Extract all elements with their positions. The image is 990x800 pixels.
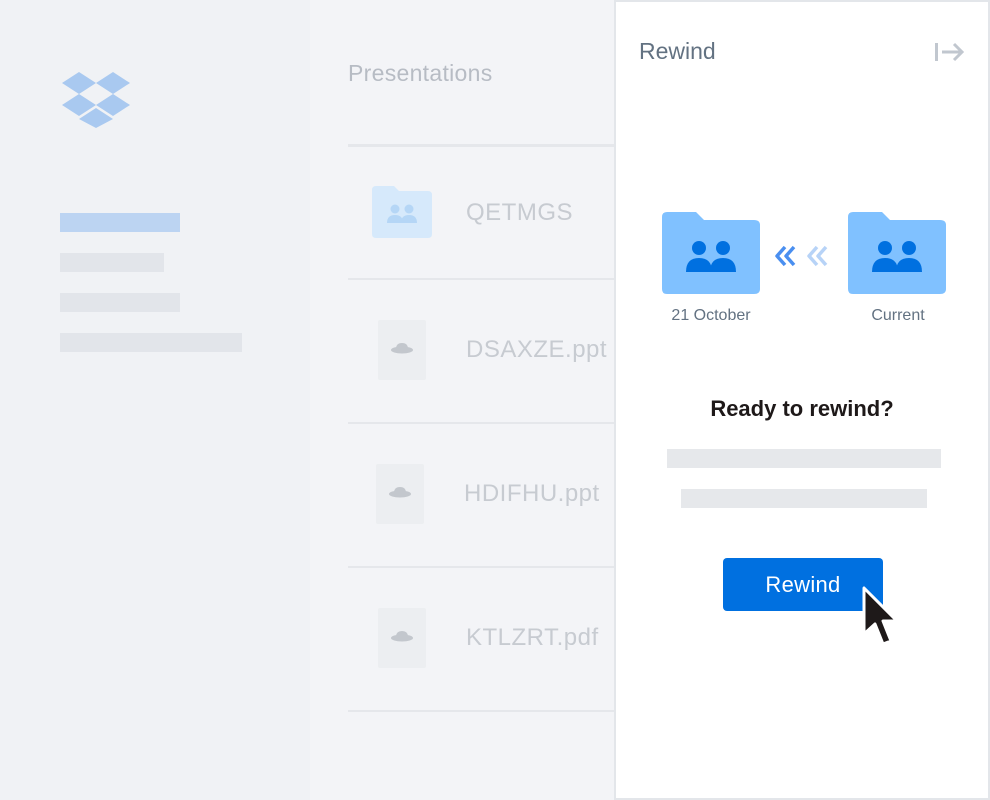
confirm-heading: Ready to rewind?: [710, 396, 894, 421]
sidebar-nav-item-active[interactable]: [60, 213, 180, 232]
file-name: QETMGS: [466, 199, 574, 226]
rewind-from-label: 21 October: [671, 307, 751, 324]
shared-folder-icon: [662, 212, 760, 294]
rewind-to-label: Current: [871, 307, 925, 324]
list-item[interactable]: KTLZRT.pdf: [348, 568, 616, 712]
text-placeholder: [667, 449, 941, 468]
list-item[interactable]: QETMGS: [348, 136, 616, 280]
rewind-panel: Rewind 21 October Current Ready to rewin…: [614, 0, 990, 800]
collapse-panel-icon[interactable]: [934, 40, 966, 64]
sidebar-nav-item[interactable]: [60, 333, 242, 352]
panel-title: Rewind: [639, 38, 716, 64]
file-icon: [378, 320, 426, 380]
row-divider: [348, 710, 616, 712]
sidebar: [0, 0, 310, 800]
list-item[interactable]: DSAXZE.ppt: [348, 280, 616, 424]
mouse-cursor-icon: [862, 586, 899, 646]
file-icon: [378, 608, 426, 668]
file-browser: Presentations QETMGS DSAXZE.ppt HDIFHU.p…: [310, 0, 616, 800]
shared-folder-icon: [848, 212, 946, 294]
file-name: KTLZRT.pdf: [466, 624, 599, 651]
dropbox-logo-icon[interactable]: [62, 72, 130, 128]
sidebar-nav-item[interactable]: [60, 253, 164, 272]
page-title: Presentations: [348, 60, 493, 86]
file-icon: [376, 464, 424, 524]
sidebar-nav-item[interactable]: [60, 293, 180, 312]
file-name: HDIFHU.ppt: [464, 480, 600, 507]
rewind-button[interactable]: Rewind: [723, 558, 883, 611]
text-placeholder: [681, 489, 927, 508]
file-name: DSAXZE.ppt: [466, 336, 608, 363]
list-item[interactable]: HDIFHU.ppt: [348, 424, 616, 568]
shared-folder-icon: [372, 186, 432, 238]
rewind-arrows-icon: [775, 245, 828, 267]
